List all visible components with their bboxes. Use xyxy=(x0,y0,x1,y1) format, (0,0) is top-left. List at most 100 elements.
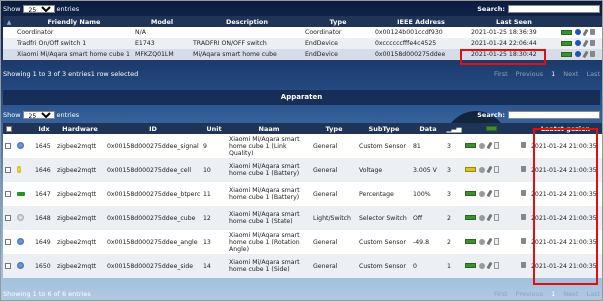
trash-cell[interactable] xyxy=(519,254,529,278)
trash-icon[interactable] xyxy=(590,40,595,46)
pencil-icon[interactable] xyxy=(486,261,493,270)
row-select-cell[interactable] xyxy=(3,182,15,206)
search-input[interactable] xyxy=(508,111,600,119)
col-header-select[interactable]: ▲ xyxy=(3,16,15,27)
page-previous-button[interactable]: Previous xyxy=(516,70,543,78)
page-first-button[interactable]: First xyxy=(494,70,508,78)
table-row[interactable]: 1646 zigbee2mqtt 0x00158d000275ddee_cell 10… xyxy=(3,158,602,182)
pencil-icon[interactable] xyxy=(486,213,493,222)
unit-cell: 14 xyxy=(201,254,227,278)
trash-cell[interactable] xyxy=(519,158,529,182)
trash-icon[interactable] xyxy=(521,238,526,244)
entries-select[interactable]: 25 xyxy=(22,5,55,13)
trash-icon[interactable] xyxy=(590,51,595,57)
actions-cell xyxy=(463,254,519,278)
checkbox-icon[interactable] xyxy=(5,262,11,269)
page-next-button[interactable]: Next xyxy=(563,70,578,78)
table-row[interactable]: 1645 zigbee2mqtt 0x00158d000275ddee_signal… xyxy=(3,134,602,158)
pencil-icon[interactable] xyxy=(582,39,589,47)
checkbox-icon[interactable] xyxy=(5,142,11,149)
row-select-cell[interactable] xyxy=(3,230,15,254)
pencil-icon[interactable] xyxy=(486,189,493,198)
col-header-type[interactable]: Type xyxy=(303,16,373,27)
log-icon[interactable] xyxy=(494,142,499,149)
table-row[interactable]: Coordinator N/A Coordinator 0x00124b001ccdf… xyxy=(3,27,602,38)
trash-cell[interactable] xyxy=(519,182,529,206)
pencil-icon[interactable] xyxy=(486,237,493,246)
row-select-cell[interactable] xyxy=(3,254,15,278)
trash-icon[interactable] xyxy=(590,29,595,35)
col-header-id[interactable]: ID xyxy=(105,123,201,134)
col-header-subtype[interactable]: SubType xyxy=(357,123,411,134)
battery-icon xyxy=(465,263,476,268)
col-header-type[interactable]: Type xyxy=(311,123,357,134)
pencil-icon[interactable] xyxy=(582,50,589,58)
pencil-icon[interactable] xyxy=(486,141,493,150)
col-header-idx[interactable]: Idx xyxy=(33,123,55,134)
log-icon[interactable] xyxy=(494,262,499,269)
page-previous-button[interactable]: Previous xyxy=(516,290,543,298)
col-header-data[interactable]: Data xyxy=(411,123,445,134)
checkbox-icon[interactable] xyxy=(5,166,11,173)
col-header-model[interactable]: Model xyxy=(133,16,191,27)
checkbox-icon[interactable] xyxy=(6,125,12,132)
table-row[interactable]: Tradfri On/Off switch 1 E1743 TRADFRI ON/O… xyxy=(3,38,602,49)
page-last-button[interactable]: Last xyxy=(586,70,600,78)
checkbox-icon[interactable] xyxy=(5,190,11,197)
refresh-icon[interactable] xyxy=(575,29,581,35)
refresh-icon[interactable] xyxy=(479,166,485,173)
page-next-button[interactable]: Next xyxy=(563,290,578,298)
page-first-button[interactable]: First xyxy=(494,290,508,298)
entries-select[interactable]: 25 xyxy=(22,111,55,119)
trash-icon[interactable] xyxy=(521,142,526,148)
row-select-cell[interactable] xyxy=(3,38,15,49)
table-row[interactable]: 1647 zigbee2mqtt 0x00158d000275ddee_btperc… xyxy=(3,182,602,206)
refresh-icon[interactable] xyxy=(479,214,485,221)
trash-icon[interactable] xyxy=(521,214,526,220)
refresh-icon[interactable] xyxy=(575,40,581,46)
refresh-icon[interactable] xyxy=(479,262,485,269)
row-select-cell[interactable] xyxy=(3,158,15,182)
col-header-battery[interactable] xyxy=(463,123,519,134)
page-1-button[interactable]: 1 xyxy=(551,70,555,78)
checkbox-icon[interactable] xyxy=(5,214,11,221)
col-header-naam[interactable]: Naam xyxy=(227,123,311,134)
row-select-cell[interactable] xyxy=(3,27,15,38)
log-icon[interactable] xyxy=(494,214,499,221)
search-input[interactable] xyxy=(508,5,600,13)
trash-icon[interactable] xyxy=(521,262,526,268)
col-header-friendly-name[interactable]: Friendly Name xyxy=(15,16,133,27)
refresh-icon[interactable] xyxy=(479,142,485,149)
table-row[interactable]: 1649 zigbee2mqtt 0x00158d000275ddee_angle 1… xyxy=(3,230,602,254)
trash-cell[interactable] xyxy=(519,206,529,230)
row-select-cell[interactable] xyxy=(3,134,15,158)
col-header-signal[interactable]: ▁▃▅ xyxy=(445,123,463,134)
pencil-icon[interactable] xyxy=(486,165,493,174)
id-cell: 0x00158d000275ddee_angle xyxy=(105,230,201,254)
row-select-cell[interactable] xyxy=(3,49,15,60)
page-last-button[interactable]: Last xyxy=(586,290,600,298)
trash-icon[interactable] xyxy=(521,190,526,196)
checkbox-icon[interactable] xyxy=(5,238,11,245)
refresh-icon[interactable] xyxy=(479,190,485,197)
col-header-select[interactable] xyxy=(3,123,15,134)
pencil-icon[interactable] xyxy=(582,28,589,36)
col-header-unit[interactable]: Unit xyxy=(201,123,227,134)
table-row[interactable]: 1650 zigbee2mqtt 0x00158d000275ddee_side 14… xyxy=(3,254,602,278)
hardware-cell: zigbee2mqtt xyxy=(55,254,105,278)
table-row[interactable]: 1648 zigbee2mqtt 0x00158d000275ddee_cube 12… xyxy=(3,206,602,230)
log-icon[interactable] xyxy=(494,238,499,245)
row-select-cell[interactable] xyxy=(3,206,15,230)
col-header-ieee[interactable]: IEEE Address xyxy=(373,16,469,27)
refresh-icon[interactable] xyxy=(575,51,581,57)
trash-cell[interactable] xyxy=(519,134,529,158)
trash-icon[interactable] xyxy=(521,166,526,172)
trash-cell[interactable] xyxy=(519,230,529,254)
col-header-description[interactable]: Description xyxy=(191,16,303,27)
page-1-button[interactable]: 1 xyxy=(551,290,555,298)
log-icon[interactable] xyxy=(494,166,499,173)
col-header-last-seen[interactable]: Last Seen xyxy=(469,16,559,27)
col-header-hardware[interactable]: Hardware xyxy=(55,123,105,134)
refresh-icon[interactable] xyxy=(479,238,485,245)
log-icon[interactable] xyxy=(494,190,499,197)
